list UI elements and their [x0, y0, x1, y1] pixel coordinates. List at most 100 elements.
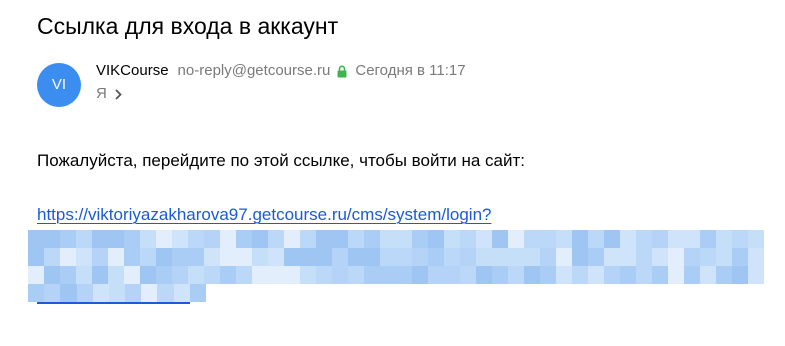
redacted-pixel	[28, 230, 44, 248]
redacted-pixel	[412, 248, 428, 266]
redacted-pixel	[572, 266, 588, 284]
redacted-pixel	[460, 248, 476, 266]
redacted-pixel	[157, 284, 174, 302]
sender-name[interactable]: VIKCourse	[96, 61, 169, 81]
redacted-pixel	[92, 248, 108, 266]
redacted-pixel	[189, 284, 206, 302]
redacted-pixel	[172, 230, 188, 248]
redacted-pixel	[252, 248, 268, 266]
redacted-pixel	[748, 266, 764, 284]
redacted-pixel	[76, 266, 92, 284]
redacted-pixel	[700, 230, 716, 248]
redacted-pixel	[604, 266, 620, 284]
redacted-pixel	[268, 266, 284, 284]
redacted-pixel	[332, 230, 348, 248]
redacted-pixel	[620, 248, 636, 266]
redacted-pixel	[236, 266, 252, 284]
redacted-pixel	[268, 248, 284, 266]
redacted-pixel	[748, 248, 764, 266]
redacted-pixel	[364, 230, 380, 248]
redacted-pixel	[476, 248, 492, 266]
redacted-pixel	[284, 248, 300, 266]
redacted-pixel	[396, 248, 412, 266]
lock-icon	[337, 65, 347, 78]
redacted-pixel	[60, 284, 77, 302]
redacted-pixel	[76, 284, 93, 302]
redacted-pixel	[556, 230, 572, 248]
redacted-pixel	[172, 266, 188, 284]
sender-email[interactable]: no-reply@getcourse.ru	[178, 61, 331, 81]
redacted-pixel	[620, 230, 636, 248]
redacted-pixel	[108, 266, 124, 284]
redacted-pixel	[364, 266, 380, 284]
redacted-pixel	[252, 266, 268, 284]
redacted-pixel	[348, 248, 364, 266]
redacted-pixel	[92, 230, 108, 248]
redacted-pixel	[524, 266, 540, 284]
sender-info: VIKCourse no-reply@getcourse.ru Сегодня …	[96, 61, 466, 81]
redacted-pixel	[540, 230, 556, 248]
redacted-pixel	[732, 248, 748, 266]
redacted-pixel	[444, 230, 460, 248]
redacted-pixel	[524, 248, 540, 266]
redacted-pixel	[636, 266, 652, 284]
redacted-row	[28, 284, 206, 302]
redacted-pixel	[236, 248, 252, 266]
redacted-pixel	[124, 230, 140, 248]
redacted-pixel	[588, 266, 604, 284]
redacted-pixel	[28, 248, 44, 266]
redacted-pixel	[444, 248, 460, 266]
redacted-pixel	[508, 266, 524, 284]
recipient-toggle[interactable]: Я	[96, 84, 122, 104]
redacted-pixel	[316, 230, 332, 248]
mail-body-text: Пожалуйста, перейдите по этой ссылке, чт…	[37, 151, 526, 170]
redacted-pixel	[652, 230, 668, 248]
redacted-pixel	[428, 248, 444, 266]
redacted-pixel	[684, 248, 700, 266]
redacted-pixel	[604, 230, 620, 248]
redacted-pixel	[300, 248, 316, 266]
redacted-pixel	[732, 266, 748, 284]
redacted-row	[28, 248, 764, 266]
chevron-right-icon	[115, 88, 122, 100]
redacted-pixel	[604, 248, 620, 266]
redacted-pixel	[188, 266, 204, 284]
redacted-pixel	[572, 248, 588, 266]
redacted-pixel	[204, 266, 220, 284]
login-link[interactable]: https://viktoriyazakharova97.getcourse.r…	[37, 204, 491, 226]
redacted-pixel	[652, 266, 668, 284]
redacted-pixel	[300, 266, 316, 284]
mail-subject: Ссылка для входа в аккаунт	[37, 13, 339, 39]
redacted-pixel	[380, 266, 396, 284]
redacted-pixel	[316, 266, 332, 284]
redacted-pixel	[92, 266, 108, 284]
redacted-pixel	[476, 266, 492, 284]
redacted-pixel	[236, 230, 252, 248]
redacted-pixel	[668, 248, 684, 266]
redacted-pixel	[348, 266, 364, 284]
sender-avatar[interactable]: VI	[37, 63, 81, 107]
redacted-pixel	[188, 248, 204, 266]
redacted-pixel	[716, 266, 732, 284]
redacted-pixel	[492, 248, 508, 266]
redacted-pixel	[476, 230, 492, 248]
redacted-pixel	[652, 248, 668, 266]
redacted-pixel	[28, 284, 45, 302]
redacted-pixel	[588, 248, 604, 266]
redacted-pixel	[620, 266, 636, 284]
link-underline	[37, 302, 190, 304]
redacted-pixel	[220, 230, 236, 248]
redacted-pixel	[76, 230, 92, 248]
redacted-pixel	[684, 266, 700, 284]
redacted-pixel	[412, 230, 428, 248]
redacted-pixel	[524, 230, 540, 248]
redacted-pixel	[268, 230, 284, 248]
redacted-pixel	[60, 230, 76, 248]
redacted-pixel	[540, 248, 556, 266]
redacted-pixel	[460, 230, 476, 248]
redacted-pixel	[188, 230, 204, 248]
redacted-pixel	[348, 230, 364, 248]
redacted-pixel	[124, 248, 140, 266]
redacted-pixel	[156, 230, 172, 248]
redacted-pixel	[28, 266, 44, 284]
